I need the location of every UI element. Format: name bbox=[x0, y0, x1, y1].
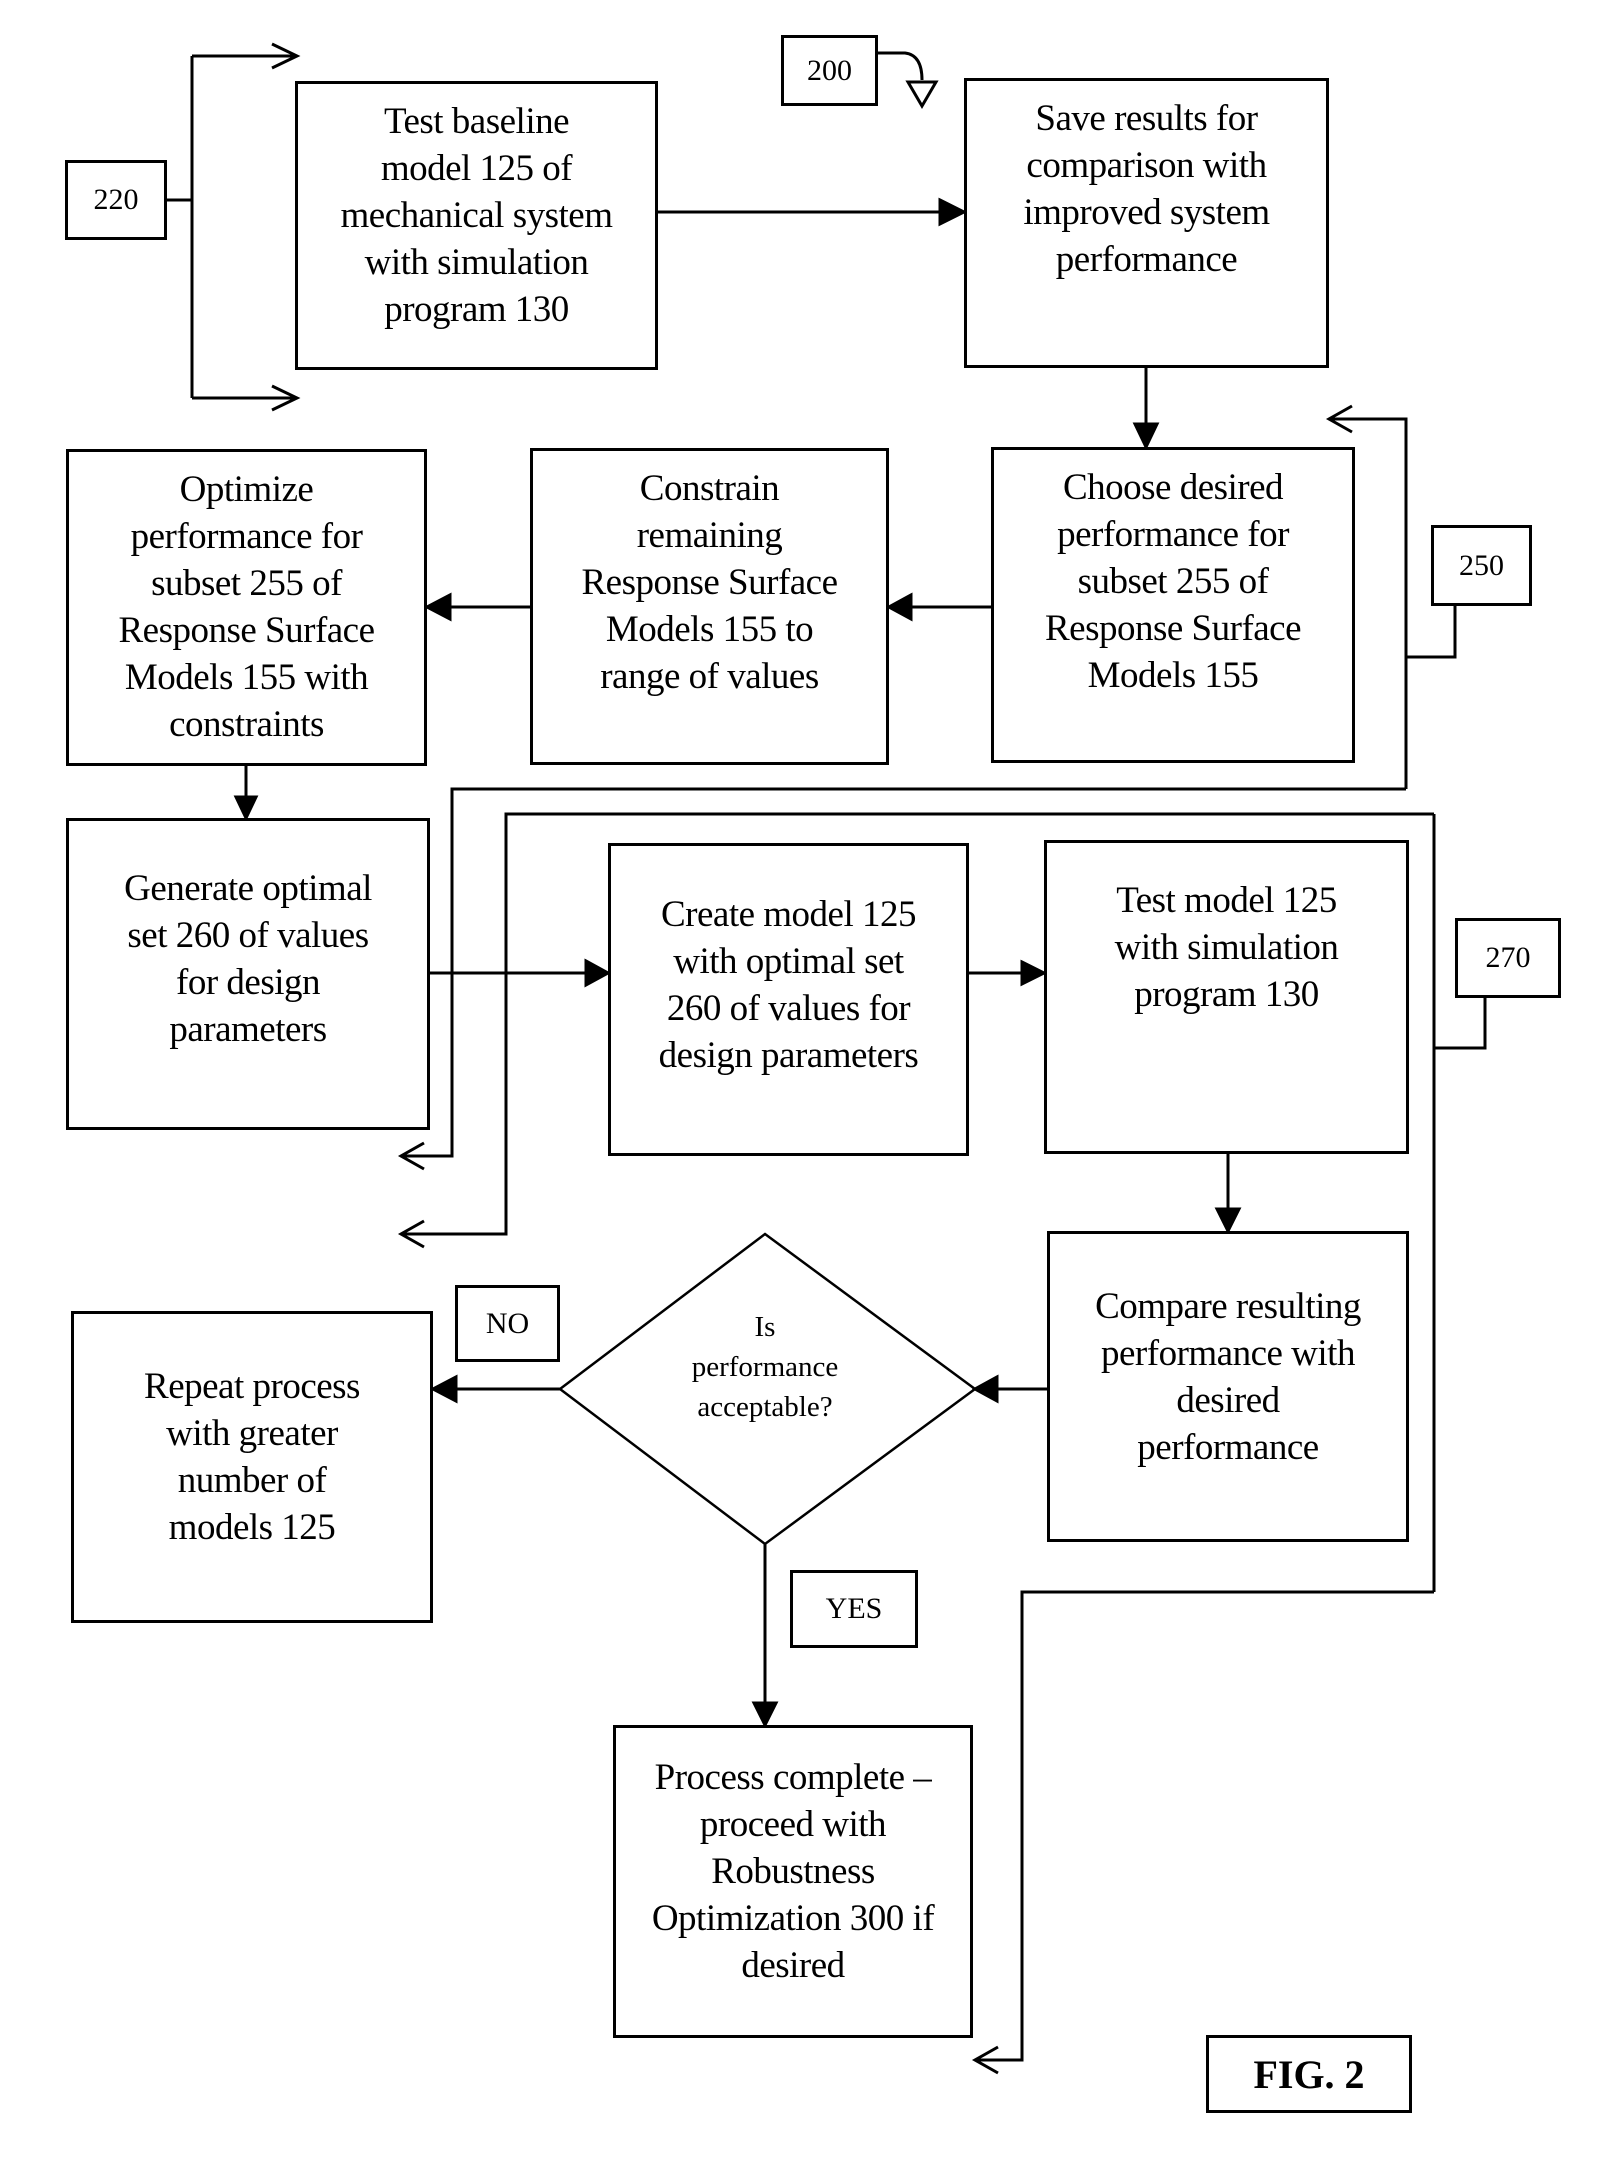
ref-label-270: 270 bbox=[1455, 918, 1561, 998]
arrowhead-baseline-to-save bbox=[938, 197, 968, 227]
ref-200-pointer bbox=[878, 51, 924, 81]
step-process-complete-text: Process complete – proceed with Robustne… bbox=[651, 1757, 935, 1986]
ref-270-text: 270 bbox=[1485, 941, 1531, 974]
ref-200-pointer-head bbox=[905, 80, 939, 109]
step-test-model-text: Test model 125 with simulation program 1… bbox=[1114, 879, 1339, 1015]
step-constrain-remaining: Constrain remaining Response Surface Mod… bbox=[530, 448, 889, 765]
decision-question: Is performance acceptable? bbox=[691, 1311, 839, 1423]
step-choose-desired-text: Choose desired performance for subset 25… bbox=[1044, 467, 1302, 696]
decision-yes-text: YES bbox=[825, 1592, 883, 1625]
step-optimize-performance: Optimize performance for subset 255 of R… bbox=[66, 449, 427, 766]
decision-yes-label: YES bbox=[790, 1570, 918, 1648]
figure-label: FIG. 2 bbox=[1206, 2035, 1412, 2113]
step-generate-optimal: Generate optimal set 260 of values for d… bbox=[66, 818, 430, 1130]
step-save-results: Save results for comparison with improve… bbox=[964, 78, 1329, 368]
arrowhead-create-to-test bbox=[1020, 959, 1048, 987]
step-create-model: Create model 125 with optimal set 260 of… bbox=[608, 843, 969, 1156]
ref-label-200: 200 bbox=[781, 35, 878, 106]
ref-200-text: 200 bbox=[807, 53, 852, 87]
step-process-complete: Process complete – proceed with Robustne… bbox=[613, 1725, 973, 2038]
arrowhead-test-to-compare bbox=[1214, 1207, 1242, 1235]
ref-label-220: 220 bbox=[65, 160, 167, 240]
step-compare-performance: Compare resulting performance with desir… bbox=[1047, 1231, 1409, 1542]
arrowhead-decision-to-repeat bbox=[429, 1374, 458, 1404]
step-repeat-process: Repeat process with greater number of mo… bbox=[71, 1311, 433, 1623]
step-test-baseline: Test baseline model 125 of mechanical sy… bbox=[295, 81, 658, 370]
step-save-results-text: Save results for comparison with improve… bbox=[1023, 98, 1270, 280]
step-choose-desired: Choose desired performance for subset 25… bbox=[991, 447, 1355, 763]
step-test-model: Test model 125 with simulation program 1… bbox=[1044, 840, 1409, 1154]
arrowhead-generate-to-create bbox=[584, 958, 612, 988]
ref-250-text: 250 bbox=[1459, 548, 1504, 582]
arrowhead-compare-to-decision bbox=[971, 1374, 999, 1404]
figure-label-text: FIG. 2 bbox=[1253, 2051, 1365, 2097]
ref-220-text: 220 bbox=[93, 183, 139, 216]
step-compare-performance-text: Compare resulting performance with desir… bbox=[1095, 1285, 1361, 1468]
decision-no-label: NO bbox=[455, 1285, 560, 1362]
step-create-model-text: Create model 125 with optimal set 260 of… bbox=[658, 893, 919, 1076]
step-repeat-process-text: Repeat process with greater number of mo… bbox=[144, 1366, 360, 1548]
ref-label-250: 250 bbox=[1431, 525, 1532, 606]
step-optimize-performance-text: Optimize performance for subset 255 of R… bbox=[118, 469, 375, 745]
step-test-baseline-text: Test baseline model 125 of mechanical sy… bbox=[340, 101, 613, 330]
step-generate-optimal-text: Generate optimal set 260 of values for d… bbox=[124, 868, 372, 1050]
loop-270-lower bbox=[976, 1590, 1434, 2062]
ref-270-leader bbox=[1434, 998, 1487, 1050]
arrowhead-optimize-to-generate bbox=[233, 795, 259, 822]
arrowhead-decision-to-complete bbox=[751, 1701, 779, 1729]
step-constrain-remaining-text: Constrain remaining Response Surface Mod… bbox=[581, 468, 838, 697]
arrowhead-save-to-choose bbox=[1132, 422, 1160, 451]
arrowhead-choose-to-constrain bbox=[885, 592, 913, 622]
arrowhead-constrain-to-optimize bbox=[423, 592, 452, 622]
decision-no-text: NO bbox=[485, 1306, 530, 1340]
ref-250-leader bbox=[1406, 606, 1457, 659]
